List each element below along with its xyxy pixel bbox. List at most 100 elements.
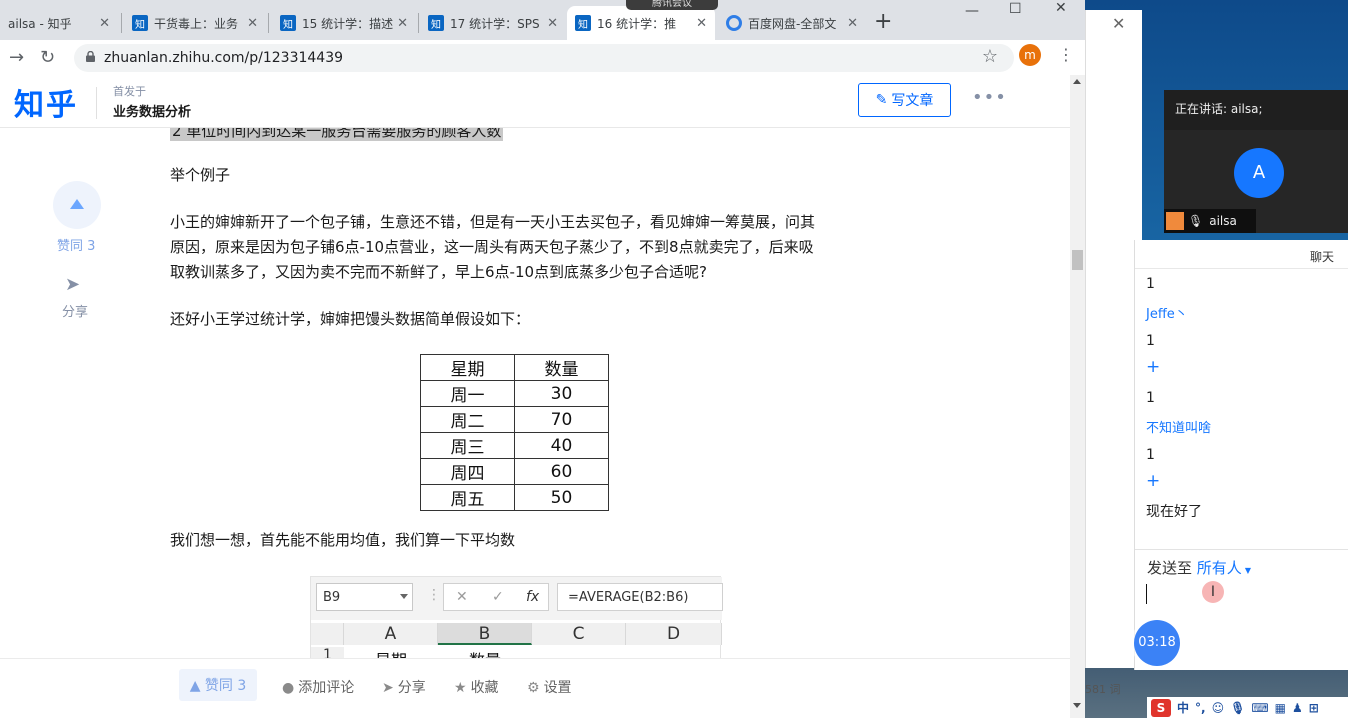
skin-icon[interactable]: ♟	[1292, 701, 1303, 715]
browser-menu-icon[interactable]: ⋮	[1058, 45, 1074, 64]
chat-message: 现在好了	[1146, 504, 1202, 520]
upvote-button[interactable]	[53, 181, 101, 229]
bookmark-star-icon[interactable]: ☆	[982, 46, 998, 67]
word-count: 581 词	[1085, 683, 1121, 696]
tab-ailsa-zhihu[interactable]: ailsa - 知乎 ✕	[0, 6, 118, 40]
address-bar[interactable]: zhuanlan.zhihu.com/p/123314439 ☆	[74, 44, 1014, 72]
input-mode-toggle[interactable]: 中	[1177, 699, 1189, 716]
write-article-button[interactable]: ✎ 写文章	[858, 83, 951, 117]
close-icon[interactable]: ✕	[847, 16, 858, 31]
scroll-down-arrow-icon[interactable]	[1073, 703, 1081, 708]
close-icon[interactable]: ✕	[397, 16, 408, 31]
close-icon[interactable]: ✕	[99, 16, 110, 31]
star-icon: ★	[454, 680, 467, 696]
chat-sender-name: +	[1146, 357, 1161, 377]
scroll-thumb[interactable]	[1072, 250, 1083, 270]
close-icon[interactable]: ✕	[696, 16, 707, 31]
send-to-selector[interactable]: 发送至 所有人 ▼	[1147, 557, 1251, 578]
chat-sender-name: 不知道叫啥	[1146, 421, 1212, 436]
close-icon[interactable]: ✕	[1112, 14, 1125, 33]
meeting-timer[interactable]: 03:18	[1134, 620, 1180, 666]
input-method-bar: S 中 °, ☺ 🎙 ⌨ ▦ ♟ ⊞	[1147, 697, 1348, 718]
tab-label: ailsa - 知乎	[8, 16, 72, 31]
scroll-up-arrow-icon[interactable]	[1073, 79, 1081, 84]
tab-stats-17[interactable]: 知 17 统计学：SPS ✕	[420, 6, 566, 40]
row-header: 1	[311, 647, 344, 658]
caret-down-icon: ▼	[1244, 566, 1251, 575]
tab-label: 17 统计学：SPS	[450, 16, 540, 31]
name-box-value: B9	[323, 590, 341, 605]
table-cell: 周四	[420, 458, 515, 485]
data-table: 星期 数量 周一 30 周二 70 周三 40 周四 60 周五 50	[420, 354, 609, 511]
add-comment-label: 添加评论	[298, 680, 355, 696]
table-cell: 周五	[420, 484, 515, 511]
window-close-button[interactable]: ✕	[1055, 0, 1067, 20]
tab-label: 百度网盘-全部文	[748, 16, 837, 31]
cancel-icon: ✕	[456, 589, 468, 605]
close-icon[interactable]: ✕	[547, 16, 558, 31]
comment-icon: ●	[282, 680, 295, 696]
favorite-label: 收藏	[470, 680, 499, 696]
video-nameplate: 🎙 ailsa	[1164, 209, 1256, 233]
forward-icon[interactable]: →	[9, 47, 24, 68]
chat-input-divider	[1135, 549, 1348, 550]
chat-title: 聊天	[1309, 250, 1334, 264]
story-line: 小王的婶婶新开了一个包子铺，生意还不错，但是有一天小王去买包子，看见婶婶一筹莫展…	[170, 213, 816, 231]
microphone-icon[interactable]: 🎙	[1230, 701, 1245, 715]
send-to-target[interactable]: 所有人	[1197, 559, 1242, 577]
confirm-icon: ✓	[492, 589, 504, 605]
zhihu-logo[interactable]: 知乎	[14, 80, 78, 124]
profile-avatar[interactable]: m	[1019, 44, 1041, 66]
more-options-icon[interactable]: •••	[972, 87, 1007, 108]
zhihu-icon: 知	[132, 15, 148, 31]
speaking-indicator: 正在讲话: ailsa;	[1164, 90, 1348, 130]
table-cell: 周三	[420, 432, 515, 459]
keyboard-icon[interactable]: ⌨	[1251, 701, 1268, 715]
table-row: 周一 30	[420, 380, 609, 407]
share-label[interactable]: 分享	[62, 301, 88, 320]
favorite-button[interactable]: ★ 收藏	[454, 677, 499, 697]
share-icon[interactable]: ➤	[65, 274, 80, 295]
baidu-pan-icon	[726, 15, 742, 31]
emoji-icon[interactable]: ☺	[1212, 701, 1225, 715]
toolbox-icon[interactable]: ▦	[1275, 701, 1286, 715]
bottom-share-label: 分享	[397, 680, 426, 696]
tab-dry-goods[interactable]: 知 干货毒上：业务 ✕	[124, 6, 266, 40]
vertical-scrollbar[interactable]	[1070, 75, 1085, 718]
maximize-button[interactable]: ☐	[1009, 1, 1022, 21]
sheet-cell: 星期	[344, 647, 438, 658]
chat-input-caret[interactable]	[1146, 584, 1147, 604]
write-article-label: 写文章	[891, 93, 934, 109]
table-row: 周四 60	[420, 458, 609, 485]
dropdown-icon	[400, 594, 408, 599]
meeting-pill[interactable]: 腾讯会议	[626, 0, 718, 10]
minimize-button[interactable]: —	[965, 3, 979, 23]
bottom-upvote-button[interactable]: ▲ 赞同 3	[179, 669, 257, 701]
tab-stats-15[interactable]: 知 15 统计学：描述 ✕	[272, 6, 416, 40]
table-cell: 60	[514, 458, 609, 485]
punctuation-toggle[interactable]: °,	[1195, 701, 1206, 715]
participant-avatar: A	[1234, 148, 1284, 198]
tab-stats-16[interactable]: 知 16 统计学：推 ✕	[567, 6, 715, 40]
table-cell: 周一	[420, 380, 515, 407]
upvote-count[interactable]: 赞同 3	[57, 235, 95, 254]
sogou-logo-icon[interactable]: S	[1151, 698, 1171, 717]
table-header-cell: 星期	[420, 354, 515, 381]
participant-icon	[1166, 212, 1184, 230]
table-cell: 40	[514, 432, 609, 459]
table-cell: 50	[514, 484, 609, 511]
settings-button[interactable]: ⚙ 设置	[527, 677, 572, 697]
column-name[interactable]: 业务数据分析	[113, 101, 191, 120]
article-action-bar: ▲ 赞同 3 ● 添加评论 ➤ 分享 ★ 收藏 ⚙ 设置	[0, 658, 1070, 718]
zhihu-icon: 知	[575, 15, 591, 31]
edit-icon: ✎	[875, 92, 888, 108]
new-tab-button[interactable]: +	[874, 9, 892, 34]
grid-menu-icon[interactable]: ⊞	[1309, 701, 1319, 715]
tab-baidu-pan[interactable]: 百度网盘-全部文 ✕	[718, 6, 866, 40]
bottom-share-button[interactable]: ➤ 分享	[382, 677, 426, 697]
close-icon[interactable]: ✕	[247, 16, 258, 31]
mean-note-paragraph: 我们想一想，首先能不能用均值，我们算一下平均数	[170, 531, 516, 549]
table-row: 周三 40	[420, 432, 609, 459]
reload-icon[interactable]: ↻	[40, 47, 55, 68]
add-comment-button[interactable]: ● 添加评论	[282, 677, 354, 697]
